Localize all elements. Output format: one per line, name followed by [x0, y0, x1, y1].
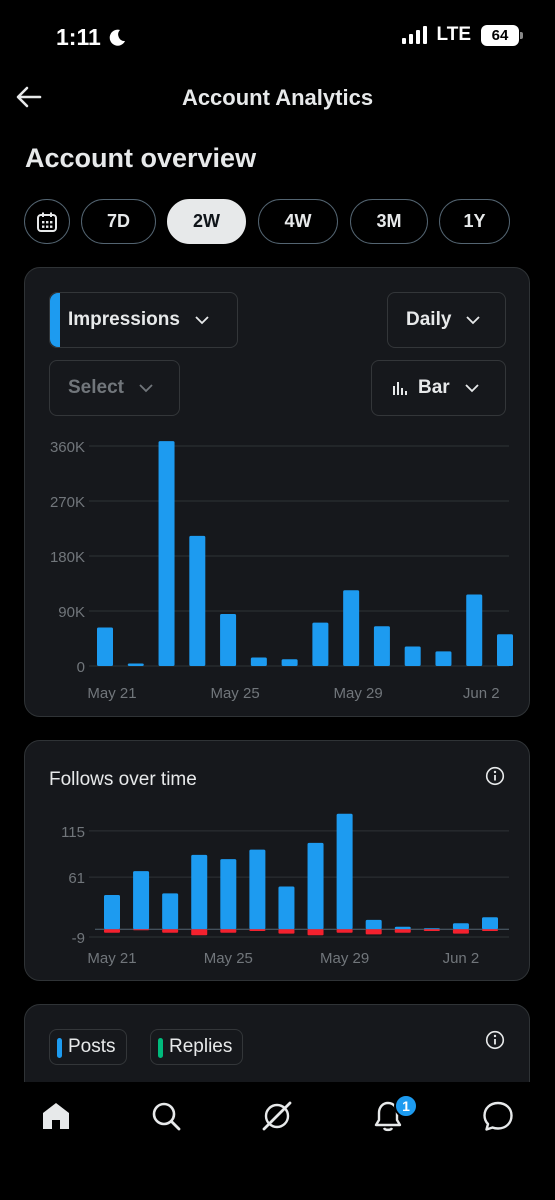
x-tick-label: May 25 [210, 685, 259, 702]
y-tick-label: -9 [72, 930, 85, 947]
page-title: Account Analytics [181, 85, 374, 110]
follows-bar [394, 926, 411, 930]
impressions-bar-chart: 360K 270K 180K 90K 0May 21 May 25 May 29 Jun 2 [50, 439, 513, 702]
follows-bar [104, 895, 120, 930]
unfollows-bar [133, 929, 150, 931]
follows-bar [249, 849, 266, 930]
impressions-bar [312, 622, 329, 666]
unfollows-bar [278, 929, 295, 934]
battery-level: 64 [491, 26, 509, 44]
status-bar: 1:11 LTE 64 [0, 0, 555, 76]
follows-bar [365, 919, 382, 930]
calendar-icon [37, 212, 57, 232]
legend-chip-replies[interactable]: Replies [150, 1029, 244, 1065]
y-tick-label: 115 [61, 824, 85, 841]
unfollows-bar [423, 929, 440, 932]
battery-icon: 64 [481, 24, 523, 46]
section-title: Account overview [25, 143, 257, 173]
impressions-bar [189, 535, 206, 666]
range-1y[interactable]: 1Y [439, 199, 510, 244]
x-tick-label: May 21 [87, 685, 136, 702]
signal-icon [401, 26, 427, 44]
impressions-bar [497, 634, 513, 666]
unfollows-bar [452, 929, 469, 934]
impressions-bar [220, 614, 237, 666]
x-tick-label: May 25 [204, 950, 253, 967]
notification-badge: 1 [394, 1094, 418, 1118]
range-2w[interactable]: 2W [167, 199, 246, 244]
impressions-bar [435, 651, 452, 666]
follows-bar [162, 893, 179, 930]
x-tick-label: May 21 [87, 950, 136, 967]
unfollows-bar [220, 929, 237, 933]
x-tick-label: May 29 [320, 950, 369, 967]
impressions-bar [466, 594, 483, 666]
range-3m[interactable]: 3M [350, 199, 428, 244]
unfollows-bar [365, 929, 382, 935]
x-tick-label: May 29 [334, 685, 383, 702]
messages-icon[interactable] [480, 1098, 516, 1134]
impressions-bar [158, 441, 175, 666]
unfollows-bar [162, 929, 179, 933]
impressions-bar [250, 657, 267, 666]
impressions-bar [281, 659, 298, 666]
x-tick-label: Jun 2 [463, 685, 500, 702]
impressions-card: Impressions Daily Select Bar 360K 270K 180… [24, 267, 530, 717]
y-tick-label: 90K [58, 604, 85, 621]
follows-bar [278, 886, 295, 930]
bottom-tab-bar [0, 1082, 555, 1200]
impressions-bar [373, 626, 390, 666]
range-7d[interactable]: 7D [81, 199, 156, 244]
legend-posts-label: Posts [68, 1036, 116, 1057]
clock-text: 1:11 [56, 24, 101, 50]
y-tick-label: 0 [77, 659, 85, 676]
grok-icon[interactable] [259, 1098, 295, 1134]
status-time: 1:11 [56, 24, 127, 51]
range-4w[interactable]: 4W [258, 199, 338, 244]
info-icon[interactable] [485, 1030, 505, 1050]
impressions-bar [127, 663, 144, 666]
unfollows-bar [394, 929, 411, 933]
y-tick-label: 61 [68, 870, 85, 887]
impressions-bar [97, 627, 113, 666]
unfollows-bar [482, 929, 498, 932]
impressions-bar [343, 590, 360, 666]
home-icon[interactable] [38, 1098, 74, 1134]
follows-bar [423, 928, 440, 930]
legend-chip-posts[interactable]: Posts [49, 1029, 127, 1065]
unfollows-bar [307, 929, 324, 936]
follows-card: Follows over time 115 61 -9 May 21 May 25 May… [24, 740, 530, 981]
replies-swatch [158, 1038, 163, 1058]
unfollows-bar [191, 929, 208, 936]
follows-bar [452, 923, 469, 930]
impressions-bar [404, 646, 421, 666]
unfollows-bar [249, 929, 266, 932]
calendar-button[interactable] [24, 199, 70, 244]
follows-bar-chart: 115 61 -9May 21 May 25 May 29 Jun 2 [61, 813, 509, 967]
unfollows-bar [336, 929, 353, 933]
follows-bar [336, 813, 353, 930]
y-tick-label: 180K [50, 549, 85, 566]
search-icon[interactable] [148, 1098, 184, 1134]
top-app-bar: Account Analytics [0, 76, 555, 122]
unfollows-bar [104, 929, 120, 933]
follows-bar [191, 854, 208, 930]
moon-icon [109, 29, 125, 46]
x-tick-label: Jun 2 [443, 950, 480, 967]
follows-bar [220, 859, 237, 930]
legend-replies-label: Replies [169, 1036, 233, 1057]
y-tick-label: 360K [50, 439, 85, 456]
follows-bar [482, 917, 498, 930]
y-tick-label: 270K [50, 494, 85, 511]
follows-bar [307, 842, 324, 930]
follows-bar [133, 871, 150, 930]
network-label: LTE [436, 24, 471, 45]
posts-swatch [57, 1038, 62, 1058]
